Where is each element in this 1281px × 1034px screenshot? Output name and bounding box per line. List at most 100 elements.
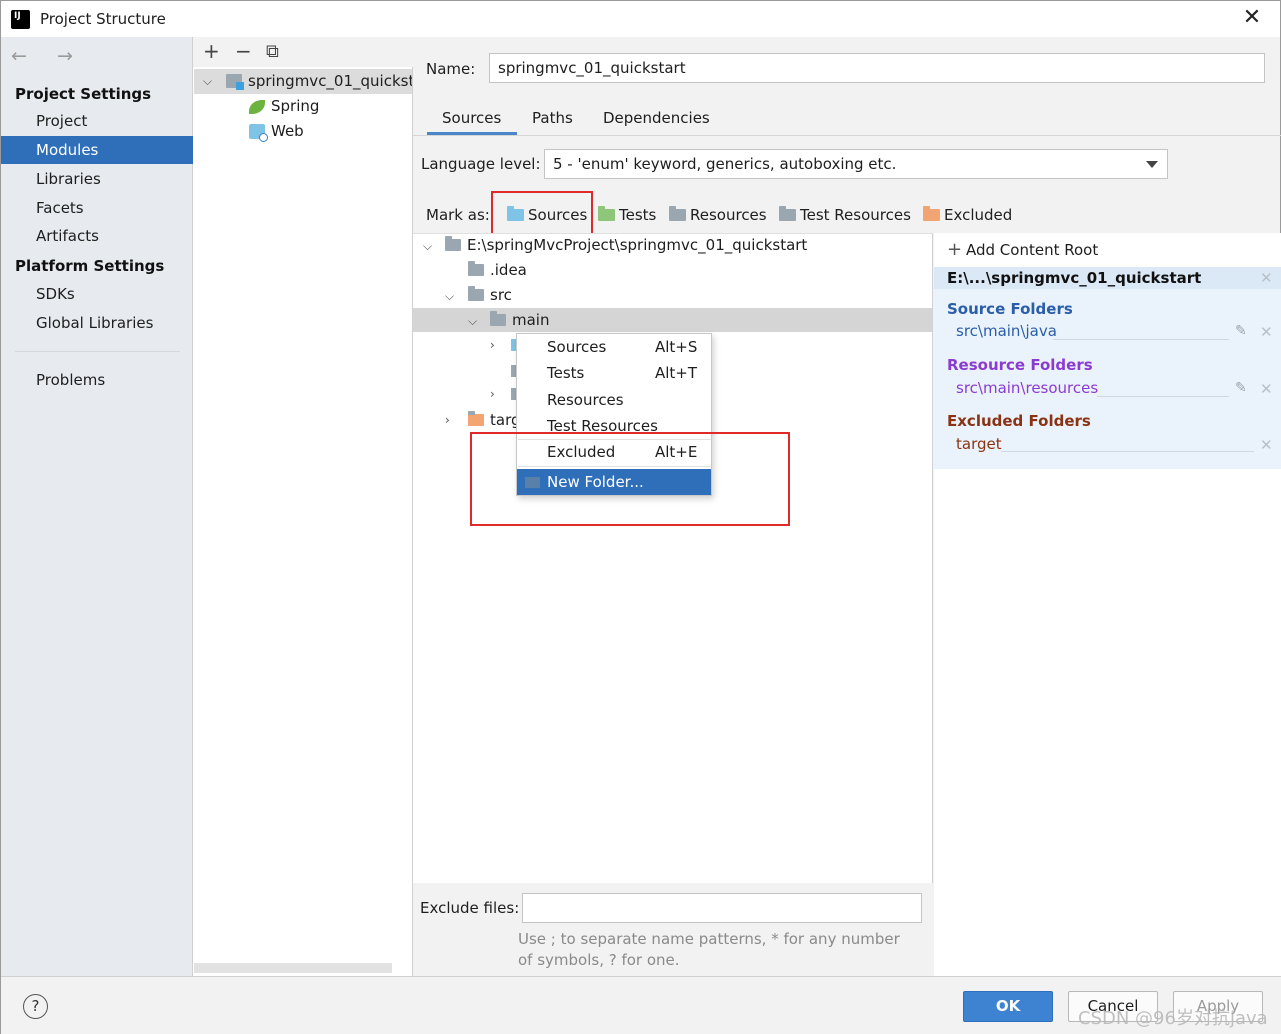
menu-item-resources[interactable]: Resources (517, 387, 711, 413)
tree-idea-label: .idea (490, 261, 527, 279)
language-level-label: Language level: (421, 155, 541, 173)
highlight-box-new-folder (470, 432, 790, 526)
chevron-down-icon[interactable]: ⌵ (468, 314, 477, 329)
mark-tests-button[interactable]: Tests (598, 206, 656, 224)
menu-item-shortcut: Alt+T (655, 364, 698, 382)
mark-excluded-button[interactable]: Excluded (923, 206, 1012, 224)
resources-folder-icon (669, 206, 686, 221)
dropdown-arrow-icon (1146, 161, 1158, 168)
sidebar-item-global-libraries[interactable]: Global Libraries (1, 309, 193, 337)
language-level-select[interactable]: 5 - 'enum' keyword, generics, autoboxing… (544, 149, 1168, 179)
tabs-divider (413, 135, 1281, 136)
tab-paths[interactable]: Paths (532, 109, 573, 127)
mark-tests-label: Tests (619, 206, 657, 224)
facet-web[interactable]: Web (271, 122, 304, 140)
mark-as-label: Mark as: (426, 206, 490, 224)
excluded-folders-title: Excluded Folders (947, 412, 1091, 430)
tree-item-idea[interactable]: .idea (468, 261, 527, 279)
folder-icon (445, 236, 461, 251)
mark-resources-label: Resources (690, 206, 767, 224)
sidebar-item-sdks[interactable]: SDKs (1, 280, 193, 308)
add-icon[interactable]: + (203, 39, 220, 63)
add-content-root-button[interactable]: Add Content Root (966, 241, 1098, 259)
highlight-box-sources (491, 191, 593, 239)
sidebar-item-problems[interactable]: Problems (1, 366, 193, 394)
module-list-horizontal-scrollbar[interactable] (194, 963, 392, 973)
source-folders-title: Source Folders (947, 300, 1073, 318)
name-label: Name: (426, 60, 476, 78)
project-settings-header: Project Settings (15, 85, 152, 103)
resource-folders-title: Resource Folders (947, 356, 1093, 374)
sidebar-item-artifacts[interactable]: Artifacts (1, 222, 193, 250)
tree-src-label: src (490, 286, 512, 304)
resource-folder-path[interactable]: src\main\resources (956, 379, 1098, 397)
module-toolbar: + − ⧉ (193, 37, 413, 67)
chevron-down-icon[interactable]: ⌵ (203, 74, 212, 89)
ok-button[interactable]: OK (963, 991, 1053, 1022)
tab-dependencies[interactable]: Dependencies (603, 109, 710, 127)
chevron-right-icon[interactable]: › (445, 413, 450, 427)
close-icon[interactable]: ✕ (1241, 7, 1263, 29)
menu-item-sources[interactable]: Sources Alt+S (517, 334, 711, 360)
facet-spring[interactable]: Spring (271, 97, 319, 115)
remove-source-folder-icon[interactable]: ✕ (1260, 323, 1273, 341)
excluded-folder-path[interactable]: target (956, 435, 1002, 453)
exclude-files-label: Exclude files: (420, 899, 520, 917)
module-list-panel (193, 37, 413, 976)
tree-item-main[interactable]: main (490, 311, 549, 329)
sidebar-item-facets[interactable]: Facets (1, 194, 193, 222)
mark-excluded-label: Excluded (944, 206, 1013, 224)
tree-item-src[interactable]: src (468, 286, 512, 304)
tab-sources[interactable]: Sources (442, 109, 501, 127)
chevron-right-icon[interactable]: › (490, 338, 495, 352)
folder-icon (468, 261, 484, 276)
add-content-root-icon[interactable]: + (947, 239, 962, 260)
module-folder-icon (226, 74, 244, 90)
excluded-folder-icon (923, 206, 940, 221)
menu-item-shortcut: Alt+S (655, 338, 698, 356)
sidebar-item-project[interactable]: Project (1, 107, 193, 135)
module-name[interactable]: springmvc_01_quickstart (248, 72, 412, 90)
window-title: Project Structure (40, 10, 166, 28)
excluded-folder-underline (1001, 451, 1254, 452)
sidebar-item-modules[interactable]: Modules (1, 136, 193, 164)
mark-resources-button[interactable]: Resources (669, 206, 767, 224)
title-bar (1, 1, 1280, 37)
project-structure-window: IJ Project Structure ✕ ← → Project Setti… (0, 0, 1281, 1034)
copy-icon[interactable]: ⧉ (266, 41, 279, 62)
chevron-right-icon[interactable]: › (490, 387, 495, 401)
menu-item-label: Tests (547, 364, 585, 382)
remove-resource-folder-icon[interactable]: ✕ (1260, 380, 1273, 398)
chevron-down-icon[interactable]: ⌵ (445, 289, 454, 304)
source-folder-path[interactable]: src\main\java (956, 322, 1057, 340)
remove-icon[interactable]: − (235, 39, 252, 63)
active-tab-indicator (427, 132, 517, 135)
exclude-files-hint: Use ; to separate name patterns, * for a… (518, 930, 900, 969)
content-root-path: E:\...\springmvc_01_quickstart (947, 269, 1202, 287)
tree-root[interactable]: E:\springMvcProject\springmvc_01_quickst… (445, 236, 807, 254)
mark-test-resources-button[interactable]: Test Resources (779, 206, 911, 224)
source-folder-underline (1053, 339, 1229, 340)
edit-pencil-icon[interactable]: ✎ (1235, 323, 1247, 339)
mark-test-resources-label: Test Resources (800, 206, 911, 224)
intellij-logo-icon: IJ (9, 8, 30, 29)
menu-item-label: Sources (547, 338, 607, 356)
sidebar-item-libraries[interactable]: Libraries (1, 165, 193, 193)
menu-item-label: Resources (547, 391, 624, 409)
help-icon[interactable]: ? (23, 994, 48, 1019)
web-facet-icon (249, 124, 268, 142)
remove-root-icon[interactable]: ✕ (1260, 269, 1273, 287)
back-forward-arrows-icon[interactable]: ← → (11, 45, 85, 67)
excluded-folder-icon (468, 411, 484, 426)
platform-settings-header: Platform Settings (15, 257, 165, 275)
exclude-files-input[interactable] (522, 893, 922, 923)
chevron-down-icon[interactable]: ⌵ (423, 239, 432, 254)
remove-excluded-folder-icon[interactable]: ✕ (1260, 436, 1273, 454)
sidebar-divider (15, 351, 180, 352)
module-name-input[interactable]: springmvc_01_quickstart (489, 53, 1265, 83)
menu-item-tests[interactable]: Tests Alt+T (517, 360, 711, 386)
tree-item-target[interactable]: targ (468, 411, 521, 429)
edit-pencil-icon[interactable]: ✎ (1235, 380, 1247, 396)
folder-icon (490, 311, 506, 326)
resource-folder-underline (1097, 396, 1229, 397)
